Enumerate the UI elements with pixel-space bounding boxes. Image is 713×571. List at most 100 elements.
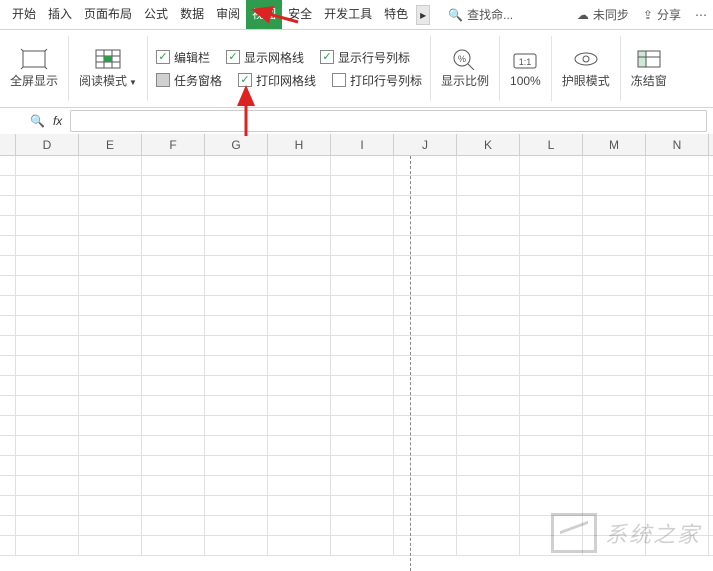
cell[interactable] (79, 196, 142, 215)
cell[interactable] (520, 516, 583, 535)
cell[interactable] (16, 176, 79, 195)
cell[interactable] (520, 156, 583, 175)
cell[interactable] (457, 216, 520, 235)
cell[interactable] (79, 316, 142, 335)
cell[interactable] (394, 296, 457, 315)
cell[interactable] (142, 176, 205, 195)
tab-view[interactable]: 视图 (246, 0, 282, 29)
cell[interactable] (331, 256, 394, 275)
cell[interactable] (16, 216, 79, 235)
cell[interactable] (268, 376, 331, 395)
cell[interactable] (583, 536, 646, 555)
cell[interactable] (583, 336, 646, 355)
cell[interactable] (79, 356, 142, 375)
cell[interactable] (142, 456, 205, 475)
cell[interactable] (646, 236, 709, 255)
cell[interactable] (583, 476, 646, 495)
cell[interactable] (394, 516, 457, 535)
cell[interactable] (394, 256, 457, 275)
cell[interactable] (394, 156, 457, 175)
cell[interactable] (16, 356, 79, 375)
cell[interactable] (16, 156, 79, 175)
freeze-panes-button[interactable]: 冻结窗 (631, 48, 667, 89)
cell[interactable] (583, 396, 646, 415)
cell[interactable] (79, 216, 142, 235)
cell[interactable] (583, 276, 646, 295)
formula-input[interactable] (70, 110, 707, 132)
cell[interactable] (646, 416, 709, 435)
cell[interactable] (331, 536, 394, 555)
cell[interactable] (79, 516, 142, 535)
cell[interactable] (646, 316, 709, 335)
cell[interactable] (205, 536, 268, 555)
cell[interactable] (520, 416, 583, 435)
cell[interactable] (457, 296, 520, 315)
cell[interactable] (331, 276, 394, 295)
cell[interactable] (331, 496, 394, 515)
cell[interactable] (79, 276, 142, 295)
cell[interactable] (79, 156, 142, 175)
tab-pagelayout[interactable]: 页面布局 (78, 0, 138, 29)
cell[interactable] (79, 496, 142, 515)
column-header[interactable]: M (583, 134, 646, 155)
cell[interactable] (205, 456, 268, 475)
cell[interactable] (520, 336, 583, 355)
cell[interactable] (205, 336, 268, 355)
cell[interactable] (268, 516, 331, 535)
cell[interactable] (394, 496, 457, 515)
cell[interactable] (268, 316, 331, 335)
cell[interactable] (205, 176, 268, 195)
cell[interactable] (268, 436, 331, 455)
cell[interactable] (16, 436, 79, 455)
cell[interactable] (394, 196, 457, 215)
cell[interactable] (268, 176, 331, 195)
cell[interactable] (520, 536, 583, 555)
cell[interactable] (583, 516, 646, 535)
cell[interactable] (142, 496, 205, 515)
cell[interactable] (16, 276, 79, 295)
cell[interactable] (205, 376, 268, 395)
cell[interactable] (79, 296, 142, 315)
cell[interactable] (268, 536, 331, 555)
cell[interactable] (520, 256, 583, 275)
cell[interactable] (394, 396, 457, 415)
cell[interactable] (583, 376, 646, 395)
cell[interactable] (394, 416, 457, 435)
zoom-button[interactable]: % 显示比例 (441, 48, 489, 89)
cell[interactable] (457, 536, 520, 555)
cell[interactable] (205, 356, 268, 375)
cell[interactable] (16, 476, 79, 495)
cell[interactable] (142, 516, 205, 535)
cell[interactable] (457, 336, 520, 355)
cell[interactable] (142, 156, 205, 175)
cell[interactable] (583, 176, 646, 195)
cell[interactable] (394, 436, 457, 455)
cell[interactable] (205, 256, 268, 275)
cell[interactable] (331, 516, 394, 535)
cell[interactable] (268, 256, 331, 275)
cell[interactable] (646, 376, 709, 395)
cell[interactable] (16, 496, 79, 515)
cell[interactable] (457, 396, 520, 415)
checkbox-print-headings[interactable]: 打印行号列标 (332, 72, 422, 89)
cell[interactable] (142, 476, 205, 495)
column-header[interactable]: J (394, 134, 457, 155)
cell[interactable] (583, 416, 646, 435)
cell[interactable] (79, 236, 142, 255)
cell[interactable] (331, 236, 394, 255)
cell[interactable] (520, 236, 583, 255)
tab-data[interactable]: 数据 (174, 0, 210, 29)
cell[interactable] (16, 376, 79, 395)
cell[interactable] (646, 336, 709, 355)
cell[interactable] (331, 296, 394, 315)
cell[interactable] (79, 456, 142, 475)
tab-start[interactable]: 开始 (6, 0, 42, 29)
cell[interactable] (331, 336, 394, 355)
cell[interactable] (79, 536, 142, 555)
cell[interactable] (331, 356, 394, 375)
cell[interactable] (646, 536, 709, 555)
cell[interactable] (457, 476, 520, 495)
cell[interactable] (646, 216, 709, 235)
cell[interactable] (268, 196, 331, 215)
cell[interactable] (457, 256, 520, 275)
